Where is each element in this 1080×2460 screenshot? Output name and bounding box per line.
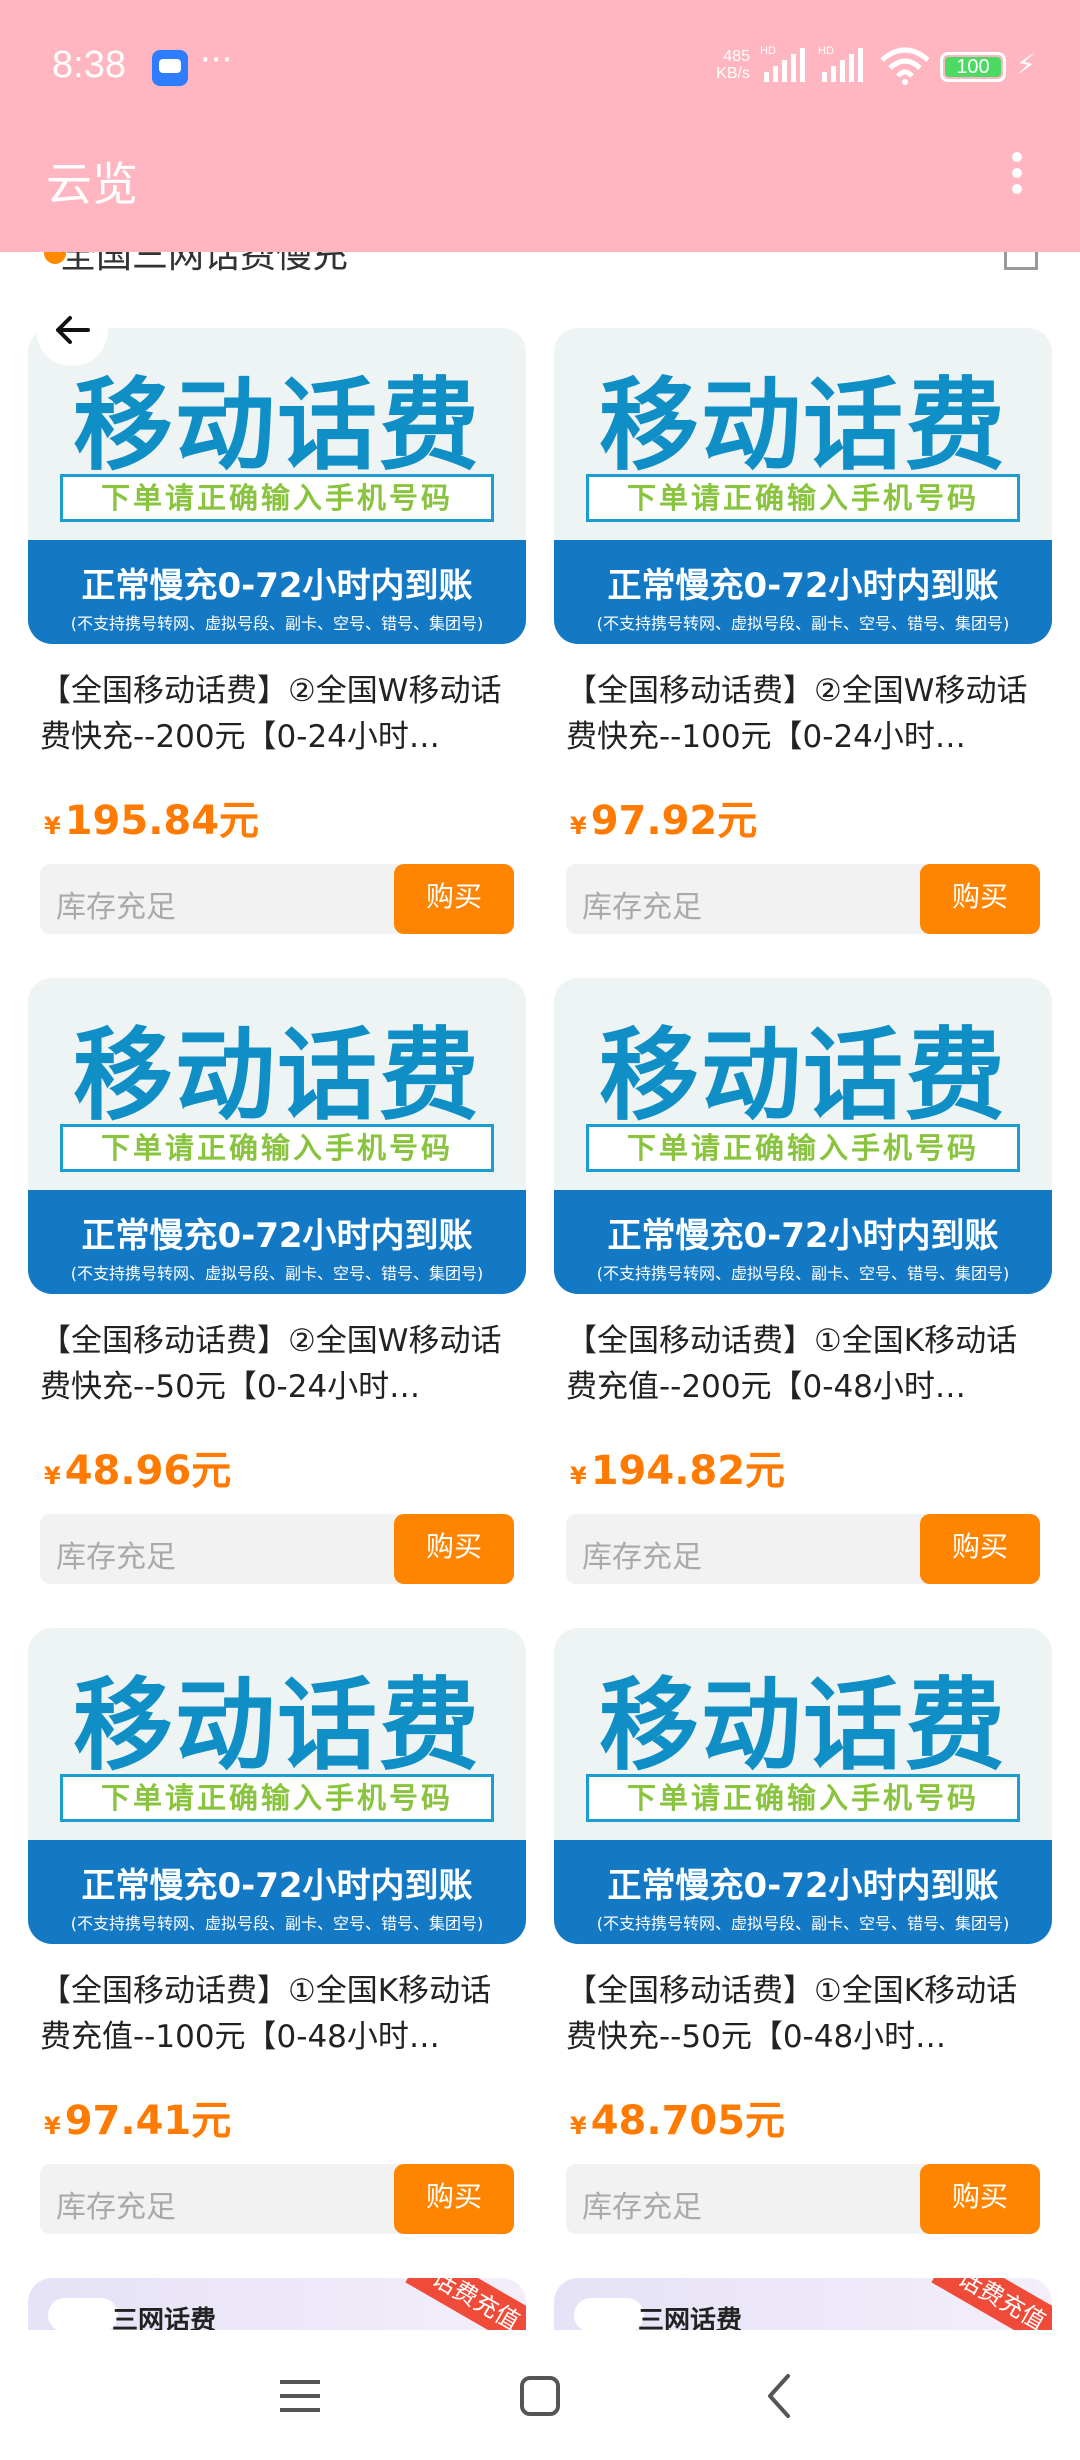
buy-button[interactable]: 购买	[394, 864, 514, 934]
telecom-logo-icon	[574, 2298, 644, 2330]
product-name: 【全国移动话费】②全国W移动话费快充--100元【0-24小时…	[566, 673, 1028, 755]
product-banner: 移动话费 下单请正确输入手机号码 正常慢充0-72小时内到账 (不支持携号转网、…	[554, 1628, 1052, 1944]
banner-delivery-text: 正常慢充0-72小时内到账	[81, 1866, 473, 1906]
banner-notice: 下单请正确输入手机号码	[60, 474, 494, 522]
system-nav-bar	[0, 2330, 1080, 2460]
more-notifications-icon: ···	[200, 40, 233, 80]
stock-status: 库存充足	[582, 890, 702, 925]
product-price: ¥195.84元	[44, 798, 260, 844]
product-banner: 移动话费 下单请正确输入手机号码 正常慢充0-72小时内到账 (不支持携号转网、…	[554, 978, 1052, 1294]
section-title: 全国三网话费慢充	[60, 252, 349, 276]
product-banner: 移动话费 下单请正确输入手机号码 正常慢充0-72小时内到账 (不支持携号转网、…	[554, 328, 1052, 644]
product-price: ¥48.705元	[570, 2098, 786, 2144]
message-app-icon	[152, 50, 188, 86]
product-card[interactable]: 移动话费 下单请正确输入手机号码 正常慢充0-72小时内到账 (不支持携号转网、…	[28, 328, 526, 948]
charging-icon: ⚡	[1016, 48, 1036, 81]
svg-text:HD: HD	[818, 45, 834, 57]
promo-ribbon: 话费充值	[405, 2278, 526, 2330]
stock-bar: 库存充足 购买	[40, 2164, 514, 2234]
buy-button[interactable]: 购买	[394, 2164, 514, 2234]
product-card[interactable]: 移动话费 下单请正确输入手机号码 正常慢充0-72小时内到账 (不支持携号转网、…	[554, 1628, 1052, 2248]
section-header-peek: 全国三网话费慢充	[0, 252, 1080, 280]
banner-restriction-text: (不支持携号转网、虚拟号段、副卡、空号、错号、集团号)	[70, 1264, 484, 1283]
banner-headline: 移动话费	[599, 1667, 1007, 1784]
banner-delivery-text: 正常慢充0-72小时内到账	[81, 1216, 473, 1256]
stock-bar: 库存充足 购买	[566, 2164, 1040, 2234]
banner-notice: 下单请正确输入手机号码	[586, 1124, 1020, 1172]
banner-headline: 移动话费	[599, 1017, 1007, 1134]
status-bar: 8:38 ··· 485 KB/s HD HD 100 ⚡	[0, 0, 1080, 132]
product-banner: 移动话费 下单请正确输入手机号码 正常慢充0-72小时内到账 (不支持携号转网、…	[28, 1628, 526, 1944]
product-price: ¥48.96元	[44, 1448, 232, 1494]
stock-status: 库存充足	[582, 2190, 702, 2225]
arrow-left-icon	[56, 316, 90, 344]
product-name: 【全国移动话费】①全国K移动话费充值--100元【0-48小时…	[40, 1973, 492, 2055]
stock-bar: 库存充足 购买	[40, 1514, 514, 1584]
menu-icon[interactable]	[270, 2366, 330, 2426]
product-price: ¥194.82元	[570, 1448, 786, 1494]
stock-status: 库存充足	[56, 2190, 176, 2225]
wifi-icon	[880, 47, 930, 85]
banner-notice: 下单请正确输入手机号码	[60, 1124, 494, 1172]
product-price: ¥97.92元	[570, 798, 758, 844]
back-button[interactable]	[36, 294, 108, 366]
back-chevron-icon[interactable]	[750, 2366, 810, 2426]
product-name: 【全国移动话费】②全国W移动话费快充--200元【0-24小时…	[40, 673, 502, 755]
buy-button[interactable]: 购买	[920, 2164, 1040, 2234]
banner-headline: 移动话费	[73, 367, 481, 484]
top-bar: 8:38 ··· 485 KB/s HD HD 100 ⚡ 云览	[0, 0, 1080, 252]
home-square-icon[interactable]	[510, 2366, 570, 2426]
grid-view-icon[interactable]	[1004, 252, 1038, 270]
promo-card[interactable]: 三网话费 话费充值	[28, 2278, 526, 2330]
promo-ribbon: 话费充值	[931, 2278, 1052, 2330]
product-name: 【全国移动话费】①全国K移动话费快充--50元【0-48小时…	[566, 1973, 1018, 2055]
stock-status: 库存充足	[56, 890, 176, 925]
product-grid: 移动话费 下单请正确输入手机号码 正常慢充0-72小时内到账 (不支持携号转网、…	[0, 280, 1080, 2330]
product-price: ¥97.41元	[44, 2098, 232, 2144]
promo-title: 三网话费	[638, 2306, 743, 2330]
buy-button[interactable]: 购买	[920, 864, 1040, 934]
status-time: 8:38	[52, 44, 126, 86]
banner-delivery-text: 正常慢充0-72小时内到账	[81, 566, 473, 606]
product-card[interactable]: 移动话费 下单请正确输入手机号码 正常慢充0-72小时内到账 (不支持携号转网、…	[28, 978, 526, 1598]
telecom-logo-icon	[48, 2298, 118, 2330]
banner-delivery-text: 正常慢充0-72小时内到账	[607, 1866, 999, 1906]
product-card[interactable]: 移动话费 下单请正确输入手机号码 正常慢充0-72小时内到账 (不支持携号转网、…	[554, 978, 1052, 1598]
more-vertical-icon[interactable]	[1010, 152, 1024, 202]
product-card[interactable]: 移动话费 下单请正确输入手机号码 正常慢充0-72小时内到账 (不支持携号转网、…	[28, 1628, 526, 2248]
stock-status: 库存充足	[582, 1540, 702, 1575]
banner-restriction-text: (不支持携号转网、虚拟号段、副卡、空号、错号、集团号)	[596, 614, 1010, 633]
stock-bar: 库存充足 购买	[566, 1514, 1040, 1584]
banner-notice: 下单请正确输入手机号码	[586, 474, 1020, 522]
product-banner: 移动话费 下单请正确输入手机号码 正常慢充0-72小时内到账 (不支持携号转网、…	[28, 978, 526, 1294]
signal-strength-2-icon: HD	[818, 45, 863, 82]
banner-notice: 下单请正确输入手机号码	[586, 1774, 1020, 1822]
buy-button[interactable]: 购买	[394, 1514, 514, 1584]
product-name: 【全国移动话费】②全国W移动话费快充--50元【0-24小时…	[40, 1323, 502, 1405]
banner-restriction-text: (不支持携号转网、虚拟号段、副卡、空号、错号、集团号)	[70, 614, 484, 633]
stock-status: 库存充足	[56, 1540, 176, 1575]
promo-card[interactable]: 三网话费 话费充值	[554, 2278, 1052, 2330]
banner-headline: 移动话费	[73, 1667, 481, 1784]
signal-strength-icon: HD	[760, 45, 805, 82]
banner-restriction-text: (不支持携号转网、虚拟号段、副卡、空号、错号、集团号)	[596, 1914, 1010, 1933]
banner-delivery-text: 正常慢充0-72小时内到账	[607, 1216, 999, 1256]
network-speed: 485 KB/s	[716, 48, 750, 82]
banner-headline: 移动话费	[599, 367, 1007, 484]
product-banner: 移动话费 下单请正确输入手机号码 正常慢充0-72小时内到账 (不支持携号转网、…	[28, 328, 526, 644]
svg-text:HD: HD	[760, 45, 776, 57]
banner-notice: 下单请正确输入手机号码	[60, 1774, 494, 1822]
stock-bar: 库存充足 购买	[40, 864, 514, 934]
product-name: 【全国移动话费】①全国K移动话费充值--200元【0-48小时…	[566, 1323, 1018, 1405]
banner-restriction-text: (不支持携号转网、虚拟号段、副卡、空号、错号、集团号)	[596, 1264, 1010, 1283]
product-card[interactable]: 移动话费 下单请正确输入手机号码 正常慢充0-72小时内到账 (不支持携号转网、…	[554, 328, 1052, 948]
promo-title: 三网话费	[112, 2306, 217, 2330]
battery-icon: 100	[940, 52, 1006, 82]
buy-button[interactable]: 购买	[920, 1514, 1040, 1584]
banner-headline: 移动话费	[73, 1017, 481, 1134]
stock-bar: 库存充足 购买	[566, 864, 1040, 934]
banner-delivery-text: 正常慢充0-72小时内到账	[607, 566, 999, 606]
app-title: 云览	[46, 157, 138, 211]
banner-restriction-text: (不支持携号转网、虚拟号段、副卡、空号、错号、集团号)	[70, 1914, 484, 1933]
